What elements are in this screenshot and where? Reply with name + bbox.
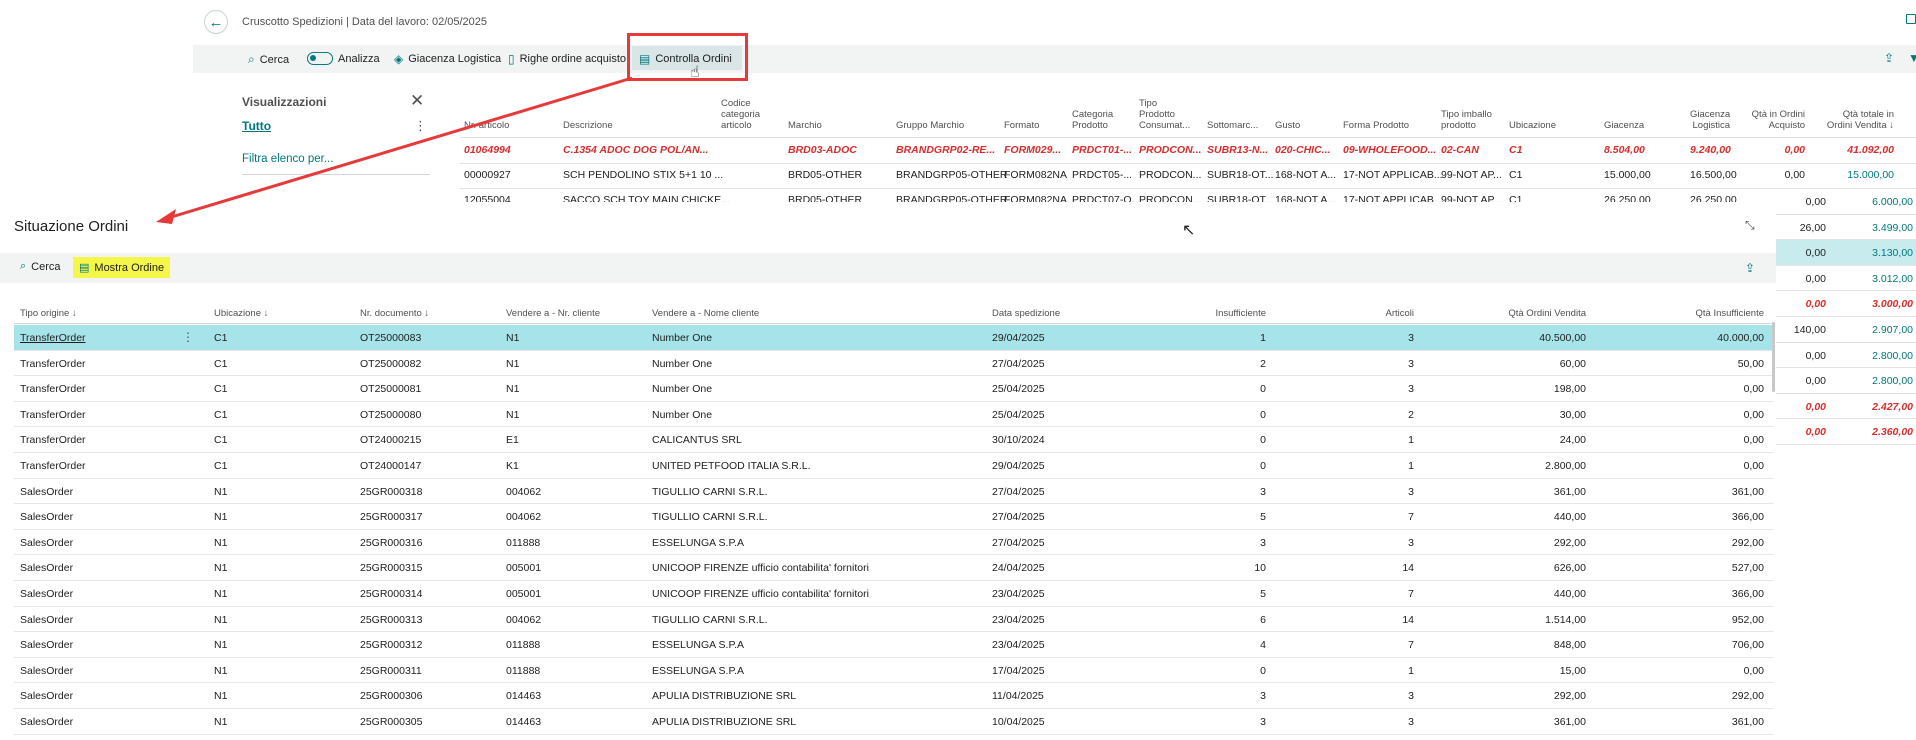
annotation-arrow bbox=[156, 76, 633, 224]
arrow-line bbox=[167, 76, 633, 220]
arrow-head bbox=[156, 209, 176, 224]
